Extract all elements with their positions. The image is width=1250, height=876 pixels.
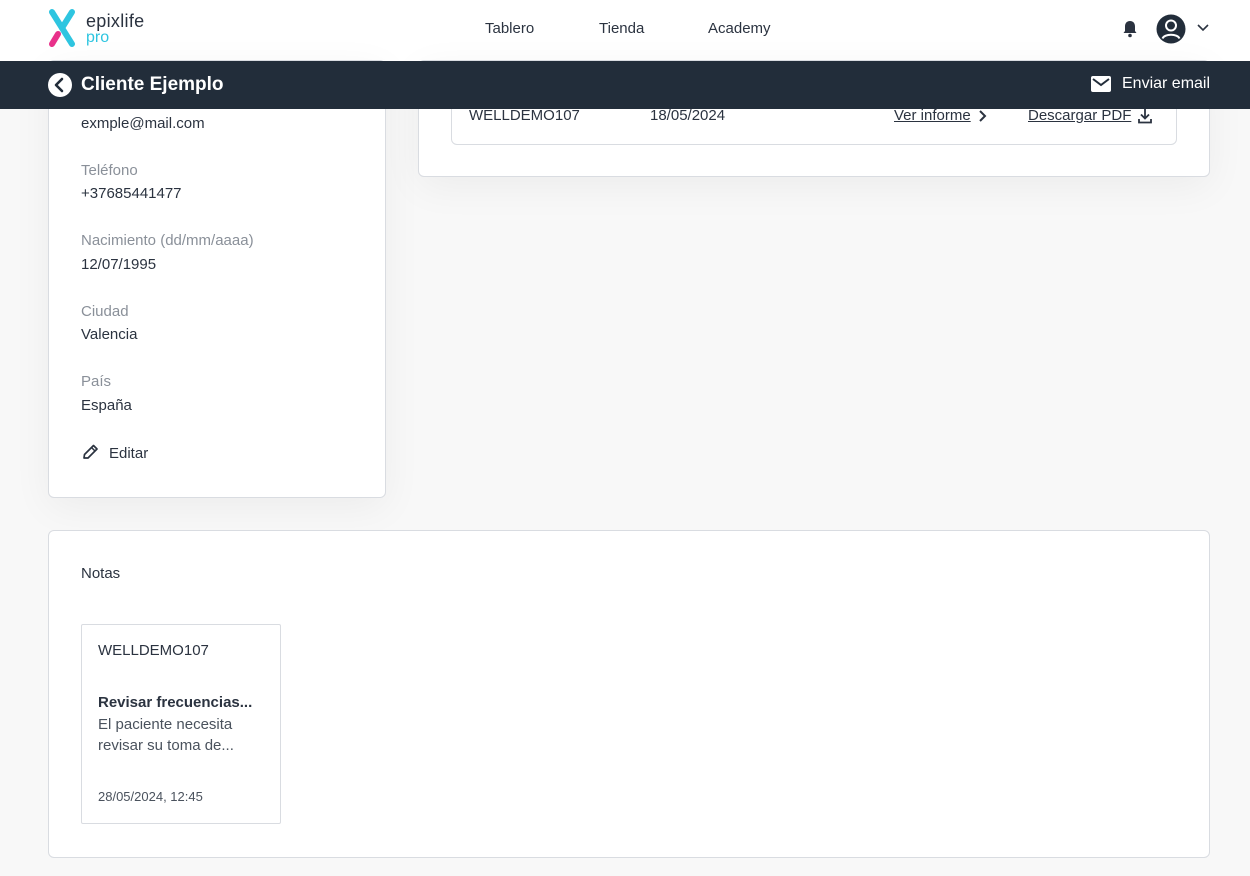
chevron-right-icon — [978, 109, 987, 122]
send-email-label: Enviar email — [1122, 75, 1211, 92]
notes-title: Notas — [81, 565, 121, 582]
client-country: España — [81, 397, 132, 414]
send-email-button[interactable]: Enviar email — [1091, 75, 1210, 93]
report-date: 18/05/2024 — [650, 107, 726, 124]
client-city: Valencia — [81, 326, 138, 343]
client-phone: +37685441477 — [81, 185, 182, 202]
download-pdf-label: Descargar PDF — [1028, 107, 1132, 124]
download-icon — [1138, 108, 1153, 123]
client-email: exmple@mail.com — [81, 115, 205, 132]
birth-label: Nacimiento (dd/mm/aaaa) — [81, 232, 254, 249]
mail-icon — [1091, 76, 1111, 92]
client-title: Cliente Ejemplo — [81, 74, 224, 95]
pencil-icon — [83, 444, 98, 459]
top-navbar: epixlife pro Tablero Tienda Academy — [0, 0, 1250, 61]
nav-item-tienda[interactable]: Tienda — [599, 20, 644, 37]
chevron-down-icon[interactable] — [1197, 23, 1209, 33]
client-info-card: exmple@mail.com Teléfono +37685441477 Na… — [48, 60, 386, 498]
bell-icon[interactable] — [1122, 20, 1138, 38]
city-label: Ciudad — [81, 303, 129, 320]
notes-card: Notas WELLDEMO107 Revisar frecuencias...… — [48, 530, 1210, 858]
note-body: El paciente necesita revisar su toma de.… — [98, 716, 234, 754]
note-date: 28/05/2024, 12:45 — [98, 789, 203, 804]
download-pdf-link[interactable]: Descargar PDF — [1028, 107, 1153, 124]
view-report-label: Ver informe — [894, 107, 971, 124]
edit-client-button[interactable]: Editar — [81, 444, 148, 462]
brand-tagline: pro — [86, 29, 110, 46]
edit-client-label: Editar — [109, 444, 149, 462]
note-code: WELLDEMO107 — [98, 642, 209, 659]
note-title: Revisar frecuencias... — [98, 694, 253, 711]
back-arrow-icon[interactable] — [48, 73, 72, 97]
view-report-link[interactable]: Ver informe — [894, 107, 987, 124]
note-card[interactable]: WELLDEMO107 Revisar frecuencias... El pa… — [81, 624, 281, 824]
nav-item-tablero[interactable]: Tablero — [485, 20, 534, 37]
phone-label: Teléfono — [81, 162, 138, 179]
client-header-bar: Cliente Ejemplo Enviar email — [0, 61, 1250, 109]
nav-item-academy[interactable]: Academy — [708, 20, 771, 37]
logo-x-icon — [49, 9, 75, 47]
brand-logo[interactable]: epixlife pro — [46, 8, 166, 52]
report-code: WELLDEMO107 — [469, 107, 580, 124]
user-avatar-icon[interactable] — [1156, 14, 1186, 44]
client-birth: 12/07/1995 — [81, 256, 157, 273]
country-label: País — [81, 373, 112, 390]
